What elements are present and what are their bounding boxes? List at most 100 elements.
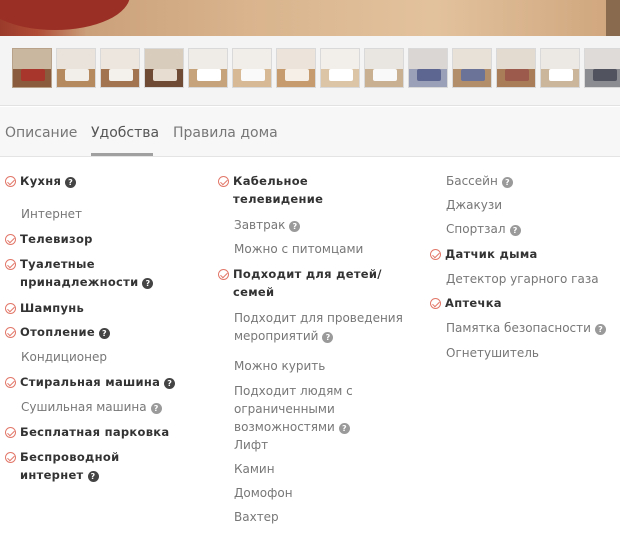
amenity-unavailable: Памятка безопасности? [430,319,606,337]
amenity-label: возможностями? [234,418,353,436]
help-icon[interactable]: ? [150,403,162,414]
amenity-available: Кабельное телевидение [218,172,323,208]
tab-description[interactable]: Описание [5,125,77,141]
check-icon [5,452,16,463]
amenity-label: Домофон [234,486,293,500]
help-icon[interactable]: ? [501,177,513,188]
help-icon[interactable]: ? [65,177,77,188]
amenity-label: Подходит для детей/ [233,267,382,281]
amenity-unavailable: Домофон [218,484,293,502]
help-icon[interactable]: ? [594,324,606,335]
thumbnail-wall [497,49,535,71]
help-icon[interactable]: ? [164,378,176,389]
hero-photo [0,0,620,36]
amenity-label: Памятка безопасности? [446,319,606,337]
help-icon[interactable]: ? [509,225,521,236]
photo-thumbnail[interactable] [540,48,580,88]
help-icon[interactable]: ? [142,278,154,289]
check-icon [218,176,229,187]
thumbnail-wall [13,49,51,71]
amenity-available: Туалетные принадлежности? [5,255,154,291]
thumbnail-wall [453,49,491,71]
photo-thumbnail[interactable] [452,48,492,88]
amenity-unavailable: Камин [218,460,275,478]
amenity-label: Камин [234,462,275,476]
help-icon[interactable]: ? [99,328,111,339]
thumbnail-wall [145,49,183,71]
thumbnail-bed [549,69,573,81]
amenity-available: Кухня? [5,172,77,190]
photo-thumbnail[interactable] [276,48,316,88]
amenity-unavailable: Джакузи [430,196,502,214]
amenity-label: Беспроводной [20,450,120,464]
amenity-label: Кухня? [20,172,77,190]
tab-amenities[interactable]: Удобства [91,125,159,141]
help-icon[interactable]: ? [289,221,301,232]
amenity-unavailable: Можно курить [218,357,325,375]
thumbnail-bed [505,69,529,81]
thumbnail-bed [109,69,133,81]
thumbnail-bed [153,69,177,81]
amenity-unavailable: Можно с питомцами [218,240,363,258]
amenity-available: Отопление? [5,323,111,341]
amenity-unavailable: Интернет [5,205,82,223]
amenity-unavailable: Лифт [218,436,268,454]
thumbnail-wall [277,49,315,71]
thumbnail-bed [593,69,617,81]
check-icon [218,269,229,280]
photo-thumbnail[interactable] [144,48,184,88]
amenity-label: Огнетушитель [446,346,539,360]
thumbnail-wall [541,49,579,71]
amenity-unavailable: Кондиционер [5,348,107,366]
thumbnail-wall [409,49,447,71]
check-icon [5,303,16,314]
thumbnail-bed [329,69,353,81]
check-icon [5,327,16,338]
amenity-label: Можно с питомцами [234,242,364,256]
photo-thumbnail-strip [0,36,620,106]
check-icon [430,298,441,309]
thumbnail-bed [373,69,397,81]
amenity-label: Телевизор [20,232,93,246]
amenity-unavailable: Спортзал? [430,220,521,238]
photo-thumbnail[interactable] [320,48,360,88]
thumbnail-wall [321,49,359,71]
photo-thumbnail[interactable] [12,48,52,88]
amenity-label: Спортзал? [446,220,521,238]
thumbnail-bed [285,69,309,81]
amenity-label: Бесплатная парковка [20,425,170,439]
tab-house-rules[interactable]: Правила дома [173,125,278,141]
photo-thumbnail[interactable] [364,48,404,88]
photo-thumbnail[interactable] [232,48,272,88]
amenity-available: Телевизор [5,230,93,248]
help-icon[interactable]: ? [322,332,334,343]
photo-thumbnail[interactable] [496,48,536,88]
amenity-label: мероприятий? [234,327,403,345]
amenity-label: ограниченными [234,402,335,416]
thumbnail-wall [365,49,403,71]
amenity-label: Завтрак? [234,216,301,234]
help-icon[interactable]: ? [87,471,99,482]
amenity-label: Можно курить [234,359,326,373]
photo-thumbnail[interactable] [56,48,96,88]
amenity-unavailable: Огнетушитель [430,344,539,362]
thumbnail-wall [233,49,271,71]
amenity-unavailable: Детектор угарного газа [430,270,599,288]
photo-thumbnail[interactable] [188,48,228,88]
help-icon[interactable]: ? [338,423,350,434]
amenity-label: интернет? [20,466,119,484]
photo-thumbnail[interactable] [584,48,620,88]
thumbnail-bed [417,69,441,81]
amenity-unavailable: Завтрак? [218,216,301,234]
amenity-available: Стиральная машина? [5,373,176,391]
amenity-label: Стиральная машина? [20,373,176,391]
amenity-label: Сушильная машина? [21,398,162,416]
photo-thumbnail[interactable] [408,48,448,88]
amenity-label: Лифт [234,438,269,452]
photo-thumbnail[interactable] [100,48,140,88]
amenity-available: Беспроводной интернет? [5,448,119,484]
thumbnail-wall [57,49,95,71]
thumbnail-wall [189,49,227,71]
amenity-label: Подходит для проведения [234,311,403,325]
thumbnail-wall [101,49,139,71]
